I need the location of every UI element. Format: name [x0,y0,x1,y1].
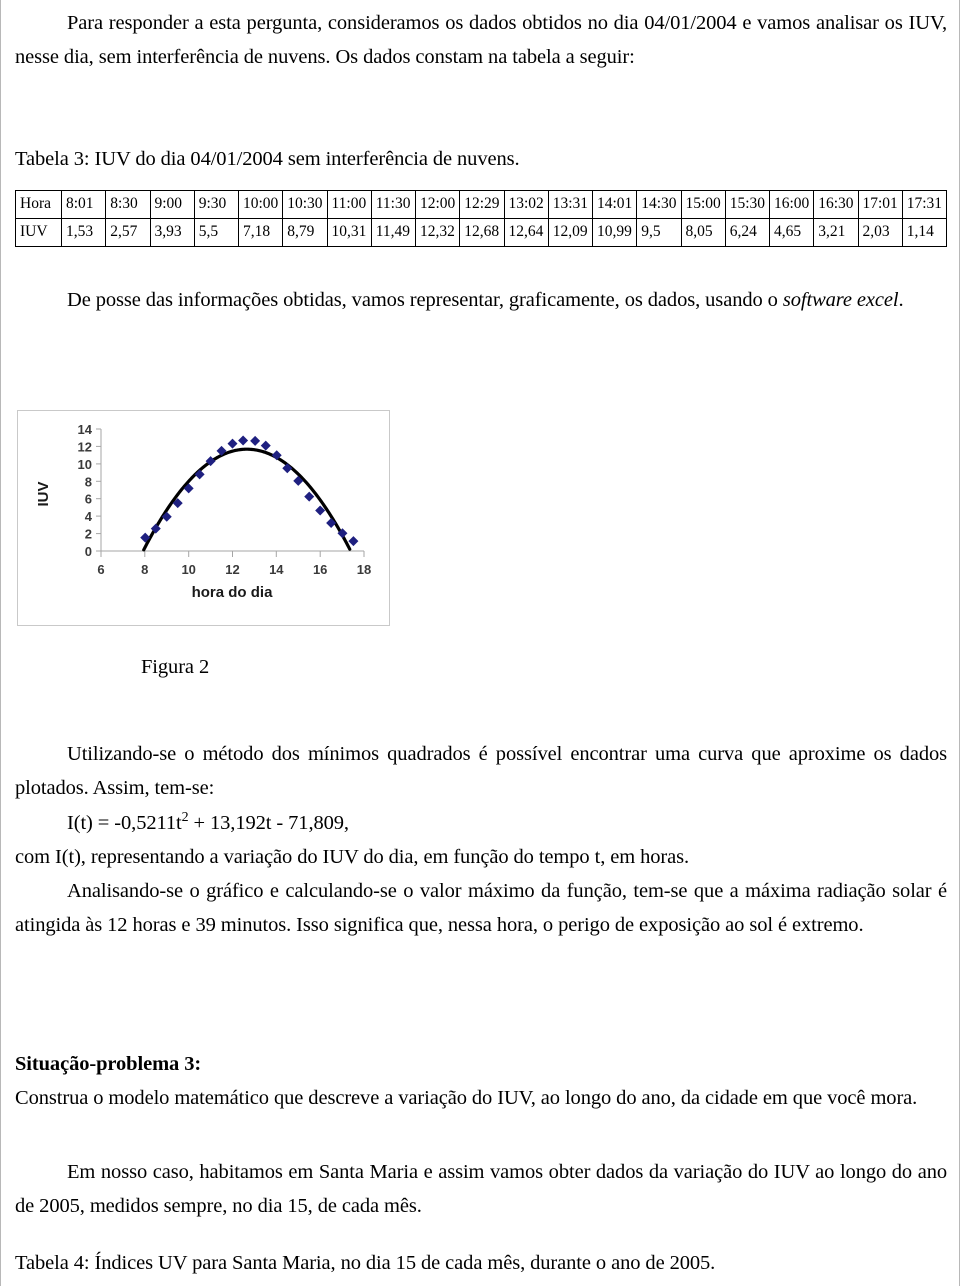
cell-hora-4: 10:00 [237,190,284,219]
cell-hora-8: 12:00 [414,190,461,219]
x-tick-14: 14 [269,562,284,577]
y-tick-14: 14 [78,422,93,437]
table-row-hora: Hora 8:01 8:30 9:00 9:30 10:00 10:30 11:… [15,190,948,219]
x-tick-16: 16 [313,562,327,577]
cell-hora-2: 9:00 [149,190,195,219]
document-page: Para responder a esta pergunta, consider… [0,0,960,1286]
data-point [282,463,293,474]
data-point [194,469,205,480]
row-label-hora: Hora [15,190,62,219]
y-axis-labels: 14 12 10 8 6 4 2 0 [78,422,93,559]
x-axis-ticks [100,551,365,557]
cell-hora-10: 13:02 [503,190,549,219]
cell-hora-6: 11:00 [326,190,372,219]
y-tick-12: 12 [78,439,92,454]
table3-caption: Tabela 3: IUV do dia 04/01/2004 sem inte… [15,148,520,170]
software-excel-italic: software excel [782,289,899,311]
cell-iuv-4: 7,18 [237,218,284,247]
chart-svg: 14 12 10 8 6 4 2 0 IUV 6 8 10 12 14 16 1… [35,422,371,601]
y-tick-10: 10 [78,457,92,472]
y-axis-title: IUV [35,481,52,506]
cell-hora-12: 14:01 [591,190,638,219]
minimos-quadrados-paragraph: Utilizando-se o método dos mínimos quadr… [15,743,947,799]
y-axis-ticks [96,428,101,552]
cell-hora-7: 11:30 [370,190,417,219]
cell-iuv-10: 12,64 [503,218,549,247]
table4-caption: Tabela 4: Índices UV para Santa Maria, n… [15,1252,716,1274]
cell-iuv-14: 8,05 [680,218,726,247]
cell-iuv-17: 3,21 [813,218,859,247]
cell-iuv-9: 12,68 [459,218,505,247]
x-axis-title: hora do dia [192,584,273,601]
x-tick-12: 12 [225,562,239,577]
cell-iuv-3: 5,5 [193,218,240,247]
after-table-paragraph: De posse das informações obtidas, vamos … [15,283,947,317]
y-tick-4: 4 [85,509,93,524]
y-tick-0: 0 [85,544,92,559]
after-table-text-2: . [898,289,904,311]
x-tick-8: 8 [141,562,148,577]
cell-hora-9: 12:29 [459,190,505,219]
data-point [238,435,249,446]
y-tick-6: 6 [85,492,92,507]
analisando-paragraph: Analisando-se o gráfico e calculando-se … [15,880,947,936]
cell-hora-18: 17:01 [857,190,903,219]
cell-iuv-1: 2,57 [105,218,151,247]
cell-iuv-12: 10,99 [591,218,638,247]
cell-hora-16: 16:00 [768,190,815,219]
table3: Hora 8:01 8:30 9:00 9:30 10:00 10:30 11:… [15,190,948,247]
equation-exponent: 2 [181,810,189,826]
cell-iuv-7: 11,49 [370,218,417,247]
x-tick-18: 18 [357,562,371,577]
cell-iuv-2: 3,93 [149,218,195,247]
y-tick-2: 2 [85,527,92,542]
row-label-iuv: IUV [15,218,62,247]
cell-hora-13: 14:30 [636,190,682,219]
x-tick-10: 10 [181,562,195,577]
cell-iuv-5: 8,79 [282,218,328,247]
x-axis-labels: 6 8 10 12 14 16 18 [97,562,371,577]
cell-hora-0: 8:01 [60,190,107,219]
cell-iuv-0: 1,53 [60,218,107,247]
cell-hora-5: 10:30 [282,190,328,219]
cell-iuv-11: 12,09 [547,218,594,247]
situacao-problema-3-heading: Situação-problema 3: [15,1053,202,1075]
cell-hora-3: 9:30 [193,190,240,219]
cell-hora-1: 8:30 [105,190,151,219]
cell-hora-15: 15:30 [724,190,771,219]
cell-iuv-19: 1,14 [901,218,948,247]
data-point [260,440,271,451]
situacao-problema-3-body: Construa o modelo matemático que descrev… [15,1087,918,1109]
data-point [304,491,315,502]
equation-prefix: I(t) = -0,5211t [67,812,182,834]
santa-maria-paragraph: Em nosso caso, habitamos em Santa Maria … [15,1161,947,1217]
data-point [250,435,261,446]
equation-line: I(t) = -0,5211t2 + 13,192t - 71,809, [15,806,947,840]
cell-iuv-6: 10,31 [326,218,372,247]
intro-paragraph: Para responder a esta pergunta, consider… [15,12,947,68]
data-markers [140,435,359,547]
cell-iuv-8: 12,32 [414,218,461,247]
cell-iuv-16: 4,65 [768,218,815,247]
cell-iuv-18: 2,03 [857,218,903,247]
y-tick-8: 8 [85,474,92,489]
com-it-paragraph: com I(t), representando a variação do IU… [15,846,690,868]
after-table-text-1: De posse das informações obtidas, vamos … [67,289,783,311]
equation-suffix: + 13,192t - 71,809, [188,812,350,834]
trendline [142,447,352,552]
data-point [227,438,238,449]
data-point [348,536,359,547]
table-row-iuv: IUV 1,53 2,57 3,93 5,5 7,18 8,79 10,31 1… [15,218,948,247]
cell-iuv-13: 9,5 [636,218,682,247]
figure2-caption: Figura 2 [141,656,210,678]
cell-hora-19: 17:31 [901,190,948,219]
iuv-scatter-chart: 14 12 10 8 6 4 2 0 IUV 6 8 10 12 14 16 1… [17,410,390,626]
cell-hora-14: 15:00 [680,190,726,219]
cell-iuv-15: 6,24 [724,218,771,247]
x-tick-6: 6 [97,562,104,577]
cell-hora-17: 16:30 [813,190,859,219]
cell-hora-11: 13:31 [547,190,594,219]
